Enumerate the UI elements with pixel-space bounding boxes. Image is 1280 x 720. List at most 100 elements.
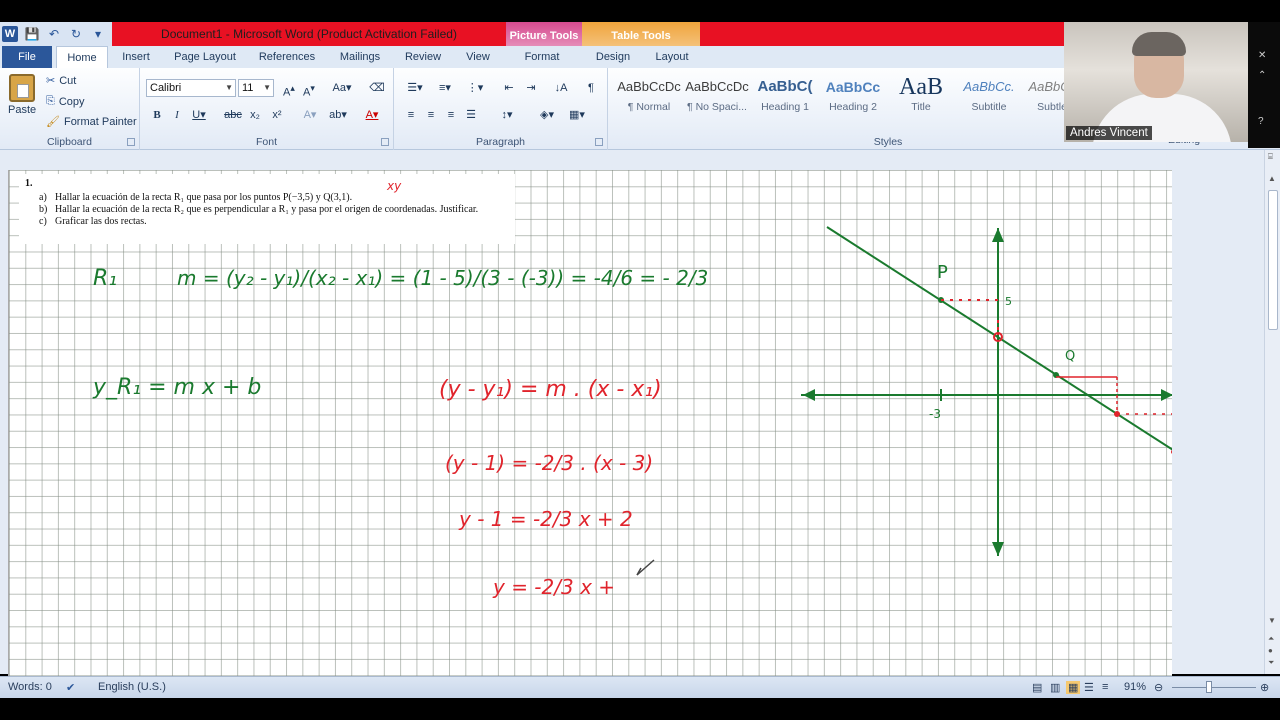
help-icon[interactable]: ? (1258, 116, 1264, 127)
style-normal[interactable]: AaBbCcDc ¶ Normal (616, 74, 682, 122)
paragraph-launcher-icon[interactable] (595, 138, 603, 146)
proofing-icon[interactable]: ✔ (66, 681, 75, 694)
underline-icon[interactable]: U▾ (190, 106, 208, 124)
font-name-combo[interactable]: Calibri ▼ (146, 79, 236, 97)
vertical-scrollbar[interactable]: ⌸ ▲ ▼ ⏶ ● ⏷ (1264, 150, 1280, 674)
shading-icon[interactable]: ◈▾ (534, 106, 560, 124)
multilevel-list-icon[interactable]: ⋮▾ (462, 79, 488, 97)
zoom-level[interactable]: 91% (1124, 681, 1146, 693)
tab-mailings[interactable]: Mailings (330, 46, 390, 68)
next-page-icon[interactable]: ⏷ (1268, 658, 1274, 668)
document-page[interactable]: 1. a) Hallar la ecuación de la recta R₁ … (8, 170, 1172, 676)
scroll-down-icon[interactable]: ▼ (1268, 616, 1276, 625)
word-logo-icon[interactable]: W (2, 26, 18, 42)
clipboard-launcher-icon[interactable] (127, 138, 135, 146)
format-painter-button[interactable]: 🖌 Format Painter (46, 115, 137, 129)
italic-icon[interactable]: I (168, 106, 186, 124)
bullets-icon[interactable]: ☰▾ (402, 79, 428, 97)
scrollbar-thumb[interactable] (1268, 190, 1278, 330)
tab-review[interactable]: Review (396, 46, 450, 68)
font-size-combo[interactable]: 11 ▼ (238, 79, 274, 97)
text-effects-icon[interactable]: A▾ (298, 106, 322, 124)
copy-button[interactable]: ⎘ Copy (46, 95, 85, 108)
xy-note: xy (386, 179, 402, 193)
align-left-icon[interactable]: ≡ (402, 106, 420, 124)
style-preview: AaBbCc (825, 79, 881, 95)
line-equation-form: y_R₁ = m x + b (92, 375, 261, 400)
tab-layout[interactable]: Layout (646, 46, 698, 68)
previous-page-icon[interactable]: ⏶ (1268, 634, 1274, 644)
zoom-slider-thumb[interactable] (1206, 681, 1212, 693)
browse-object-icon[interactable]: ● (1268, 646, 1273, 655)
superscript-icon[interactable]: x² (268, 106, 286, 124)
zoom-in-icon[interactable]: ⊕ (1260, 681, 1269, 694)
chevron-up-icon[interactable]: ⌃ (1258, 70, 1266, 81)
strikethrough-icon[interactable]: abc (222, 106, 244, 124)
customize-qat-icon[interactable]: ▾ (90, 26, 106, 42)
bottom-black-bar (0, 698, 1280, 720)
align-right-icon[interactable]: ≡ (442, 106, 460, 124)
align-center-icon[interactable]: ≡ (422, 106, 440, 124)
ruler-toggle-icon[interactable]: ⌸ (1268, 152, 1273, 162)
font-group-label: Font (255, 136, 277, 148)
status-bar: Words: 0 ✔ English (U.S.) ▤ ▥ ▦ ☰ ≡ 91% … (0, 676, 1280, 698)
outline-icon[interactable]: ☰ (1084, 681, 1094, 694)
word-count[interactable]: Words: 0 (8, 681, 52, 693)
cut-button[interactable]: ✂ Cut (46, 74, 77, 88)
pen-cursor-icon (636, 559, 655, 576)
tab-home[interactable]: Home (56, 46, 108, 68)
increase-indent-icon[interactable]: ⇥ (522, 79, 540, 97)
y-axis-up-arrow-icon (992, 228, 1004, 242)
style-no-spacing[interactable]: AaBbCcDc ¶ No Spaci... (684, 74, 750, 122)
style-subtitle[interactable]: AaBbCc. Subtitle (956, 74, 1022, 122)
draft-icon[interactable]: ≡ (1102, 681, 1108, 693)
font-launcher-icon[interactable] (381, 138, 389, 146)
font-color-icon[interactable]: A▾ (360, 106, 384, 124)
show-marks-icon[interactable]: ¶ (582, 79, 600, 97)
print-layout-icon[interactable]: ▤ (1032, 681, 1042, 694)
tab-insert[interactable]: Insert (112, 46, 160, 68)
shrink-font-icon[interactable]: A▾ (300, 79, 318, 99)
x-axis-left-arrow-icon (803, 389, 815, 401)
grow-font-icon[interactable]: A▴ (280, 79, 298, 99)
decrease-indent-icon[interactable]: ⇤ (500, 79, 518, 97)
clear-formatting-icon[interactable]: ⌫ (368, 79, 386, 97)
justify-icon[interactable]: ☰ (462, 106, 480, 124)
line-spacing-icon[interactable]: ↕▾ (494, 106, 520, 124)
tab-page-layout[interactable]: Page Layout (166, 46, 244, 68)
tab-file[interactable]: File (2, 46, 52, 68)
paste-button[interactable]: Paste (8, 74, 36, 116)
bold-icon[interactable]: B (148, 106, 166, 124)
style-title[interactable]: AaB Title (888, 74, 954, 122)
save-icon[interactable]: 💾 (24, 26, 40, 42)
clipboard-group-label: Clipboard (47, 136, 92, 148)
point-slope-formula: (y - y₁) = m . (x - x₁) (439, 377, 662, 402)
highlight-icon[interactable]: ab▾ (326, 106, 350, 124)
scroll-up-icon[interactable]: ▲ (1268, 174, 1276, 183)
style-heading-1[interactable]: AaBbC( Heading 1 (752, 74, 818, 122)
style-heading-2[interactable]: AaBbCc Heading 2 (820, 74, 886, 122)
chevron-down-icon: ▼ (263, 83, 271, 92)
close-icon[interactable]: ✕ (1258, 50, 1266, 61)
zoom-slider[interactable] (1172, 687, 1256, 688)
cut-label: Cut (59, 74, 77, 87)
brush-icon: 🖌 (46, 116, 60, 128)
zoom-out-icon[interactable]: ⊖ (1154, 681, 1163, 694)
full-screen-reading-icon[interactable]: ▥ (1050, 681, 1060, 694)
undo-icon[interactable]: ↶ (46, 26, 62, 42)
numbering-icon[interactable]: ≡▾ (432, 79, 458, 97)
tab-view[interactable]: View (456, 46, 500, 68)
tab-references[interactable]: References (250, 46, 324, 68)
subscript-icon[interactable]: x₂ (246, 106, 264, 124)
web-layout-icon[interactable]: ▦ (1066, 681, 1081, 694)
window-title: Document1 - Microsoft Word (Product Acti… (161, 27, 457, 41)
borders-icon[interactable]: ▦▾ (564, 106, 590, 124)
substituted-equation: (y - 1) = -2/3 . (x - 3) (445, 451, 653, 475)
webcam-video: Andres Vincent (1064, 22, 1248, 142)
language-status[interactable]: English (U.S.) (98, 681, 166, 693)
repeat-icon[interactable]: ↻ (68, 26, 84, 42)
change-case-icon[interactable]: Aa▾ (330, 79, 354, 97)
tab-design[interactable]: Design (586, 46, 640, 68)
sort-icon[interactable]: ↓A (552, 79, 570, 97)
tab-format[interactable]: Format (510, 46, 574, 68)
